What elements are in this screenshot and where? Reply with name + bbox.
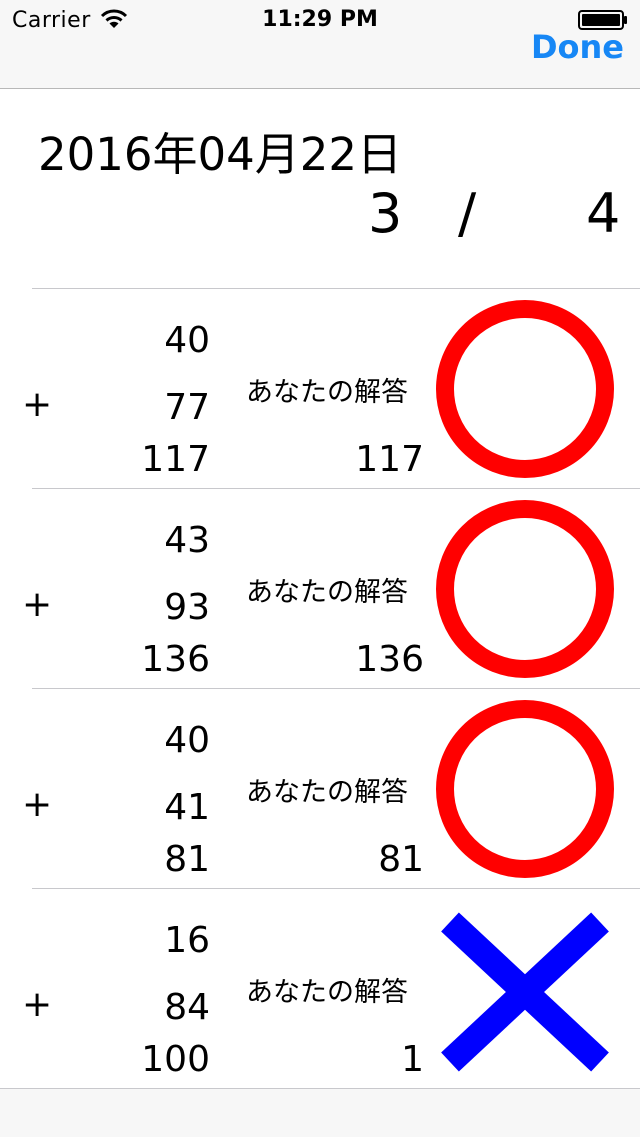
your-answer: 136 xyxy=(355,639,424,680)
operand-b: 41 xyxy=(164,787,210,828)
correct-sum: 136 xyxy=(141,639,210,680)
row-divider xyxy=(32,288,640,289)
operand-a: 43 xyxy=(164,520,210,561)
answer-label: あなたの解答 xyxy=(246,377,408,408)
correct-circle-icon xyxy=(436,700,614,878)
score-total: 4 xyxy=(586,182,621,245)
correct-sum: 81 xyxy=(164,839,210,880)
date-title: 2016年04月22日 xyxy=(38,128,403,181)
wrong-cross-icon xyxy=(441,912,609,1072)
correct-sum: 100 xyxy=(141,1039,210,1080)
result-row: 16 +84 100 あなたの解答 1 xyxy=(0,888,640,1088)
operand-b: 84 xyxy=(164,987,210,1028)
correct-sum: 117 xyxy=(141,439,210,480)
result-row: 43 +93 136 あなたの解答 136 xyxy=(0,488,640,688)
answer-label: あなたの解答 xyxy=(246,577,408,608)
operand-a: 40 xyxy=(164,320,210,361)
score-correct: 3 xyxy=(368,182,403,245)
row-divider xyxy=(32,888,640,889)
score-separator: / xyxy=(458,182,477,245)
plus-sign: + xyxy=(22,984,53,1025)
answer-label: あなたの解答 xyxy=(246,977,408,1008)
plus-sign: + xyxy=(22,784,53,825)
battery-icon xyxy=(578,10,627,30)
operand-b: 93 xyxy=(164,587,210,628)
your-answer: 81 xyxy=(378,839,424,880)
result-row: 40 +77 117 あなたの解答 117 xyxy=(0,288,640,488)
plus-sign: + xyxy=(22,584,53,625)
plus-sign: + xyxy=(22,384,53,425)
your-answer: 117 xyxy=(355,439,424,480)
navigation-bar: Done xyxy=(0,28,640,89)
result-row: 40 +41 81 あなたの解答 81 xyxy=(0,688,640,888)
your-answer: 1 xyxy=(401,1039,424,1080)
correct-circle-icon xyxy=(436,300,614,478)
answer-label: あなたの解答 xyxy=(246,777,408,808)
operand-a: 16 xyxy=(164,920,210,961)
bottom-toolbar xyxy=(0,1088,640,1137)
row-divider xyxy=(32,688,640,689)
operand-a: 40 xyxy=(164,720,210,761)
correct-circle-icon xyxy=(436,500,614,678)
row-divider xyxy=(32,488,640,489)
done-button[interactable]: Done xyxy=(531,28,624,66)
operand-b: 77 xyxy=(164,387,210,428)
